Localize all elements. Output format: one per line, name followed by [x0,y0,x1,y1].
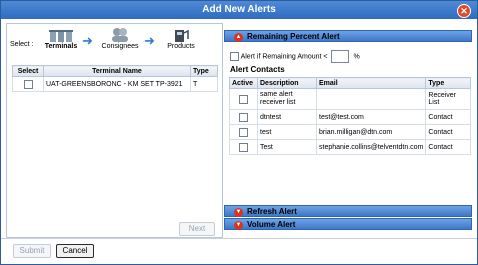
step-label: Consignees [101,43,139,50]
remaining-alert-checkbox[interactable] [230,52,239,61]
section-title: Volume Alert [247,220,296,229]
contact-email: test@test.com [315,109,427,125]
active-checkbox[interactable] [239,142,248,152]
step-products[interactable]: Products [161,27,201,50]
section-title: Remaining Percent Alert [247,32,340,41]
column-header[interactable]: Select [12,65,44,77]
consignees-icon [112,28,128,42]
alert-contacts-title: Alert Contacts [230,65,285,74]
step-label: Terminals [44,43,78,50]
column-header[interactable]: Type [190,65,218,77]
contact-type: Contact [425,124,471,140]
column-header[interactable]: Description [257,77,317,89]
dialog-title: Add New Alerts [1,1,477,19]
contact-type: Contact [425,109,471,125]
contact-type: Contact [425,139,471,155]
remaining-alert-header[interactable]: ▲ Remaining Percent Alert [224,30,472,42]
refresh-alert-header[interactable]: ▼ Refresh Alert [224,205,472,217]
terminal-name: UAT-GREENSBORONC - KM SET TP-3921 [43,76,191,92]
contact-email [315,88,427,110]
submit-button[interactable]: Submit [13,244,51,258]
terminals-table: Select Terminal Name Type UAT-GREENSBORO… [12,65,218,92]
arrow-right-icon: ➜ [144,33,155,48]
volume-alert-header[interactable]: ▼ Volume Alert [224,218,472,230]
contact-description: test [257,124,317,140]
step-label: Products [167,43,195,50]
next-button[interactable]: Next [179,222,215,236]
contact-description: same alert receiver list [257,88,317,110]
column-header[interactable]: Type [425,77,471,89]
table-row[interactable]: same alert receiver list Receiver List [229,88,471,110]
active-checkbox[interactable] [239,112,248,122]
table-row[interactable]: UAT-GREENSBORONC - KM SET TP-3921 T [12,76,218,92]
active-checkbox[interactable] [239,127,248,137]
terminal-selection-panel: Select : Terminals ➜ Consignees ➜ Produc… [6,23,223,238]
add-alerts-dialog: Add New Alerts ✕ Select : Terminals ➜ Co… [0,0,478,265]
contact-description: Test [257,139,317,155]
column-header[interactable]: Terminal Name [43,65,191,77]
contact-email: brian.milligan@dtn.com [315,124,427,140]
terminal-type: T [190,76,218,92]
expand-icon: ▼ [234,208,243,217]
close-icon: ✕ [460,6,468,16]
select-label: Select : [10,41,34,48]
remaining-checkbox-label: Alert if Remaining Amount < [240,53,328,61]
arrow-right-icon: ➜ [82,33,93,48]
section-title: Refresh Alert [247,207,297,216]
footer-divider [1,238,477,239]
step-terminals[interactable]: Terminals [41,27,81,50]
table-row[interactable]: Test stephanie.collins@telventdtn.com Co… [229,139,471,155]
step-consignees[interactable]: Consignees [100,27,140,50]
expand-icon: ▼ [234,221,243,230]
table-row[interactable]: dtntest test@test.com Contact [229,109,471,125]
remaining-amount-row: Alert if Remaining Amount < % [230,50,360,63]
active-checkbox[interactable] [239,94,248,104]
alert-config-panel: ▲ Remaining Percent Alert Alert if Remain… [224,23,472,236]
terminal-icon [49,30,73,42]
contact-email: stephanie.collins@telventdtn.com [315,139,427,155]
percent-unit: % [353,53,360,61]
table-row[interactable]: test brian.milligan@dtn.com Contact [229,124,471,140]
row-checkbox[interactable] [23,79,33,89]
column-header[interactable]: Email [315,77,427,89]
contacts-table: Active Description Email Type same alert… [229,77,471,155]
cancel-button[interactable]: Cancel [56,244,94,258]
collapse-icon: ▲ [234,33,243,42]
contact-description: dtntest [257,109,317,125]
contact-type: Receiver List [425,88,471,110]
remaining-amount-input[interactable] [331,50,350,63]
fuel-pump-icon [175,29,189,42]
column-header[interactable]: Active [229,77,258,89]
close-button[interactable]: ✕ [457,4,471,18]
